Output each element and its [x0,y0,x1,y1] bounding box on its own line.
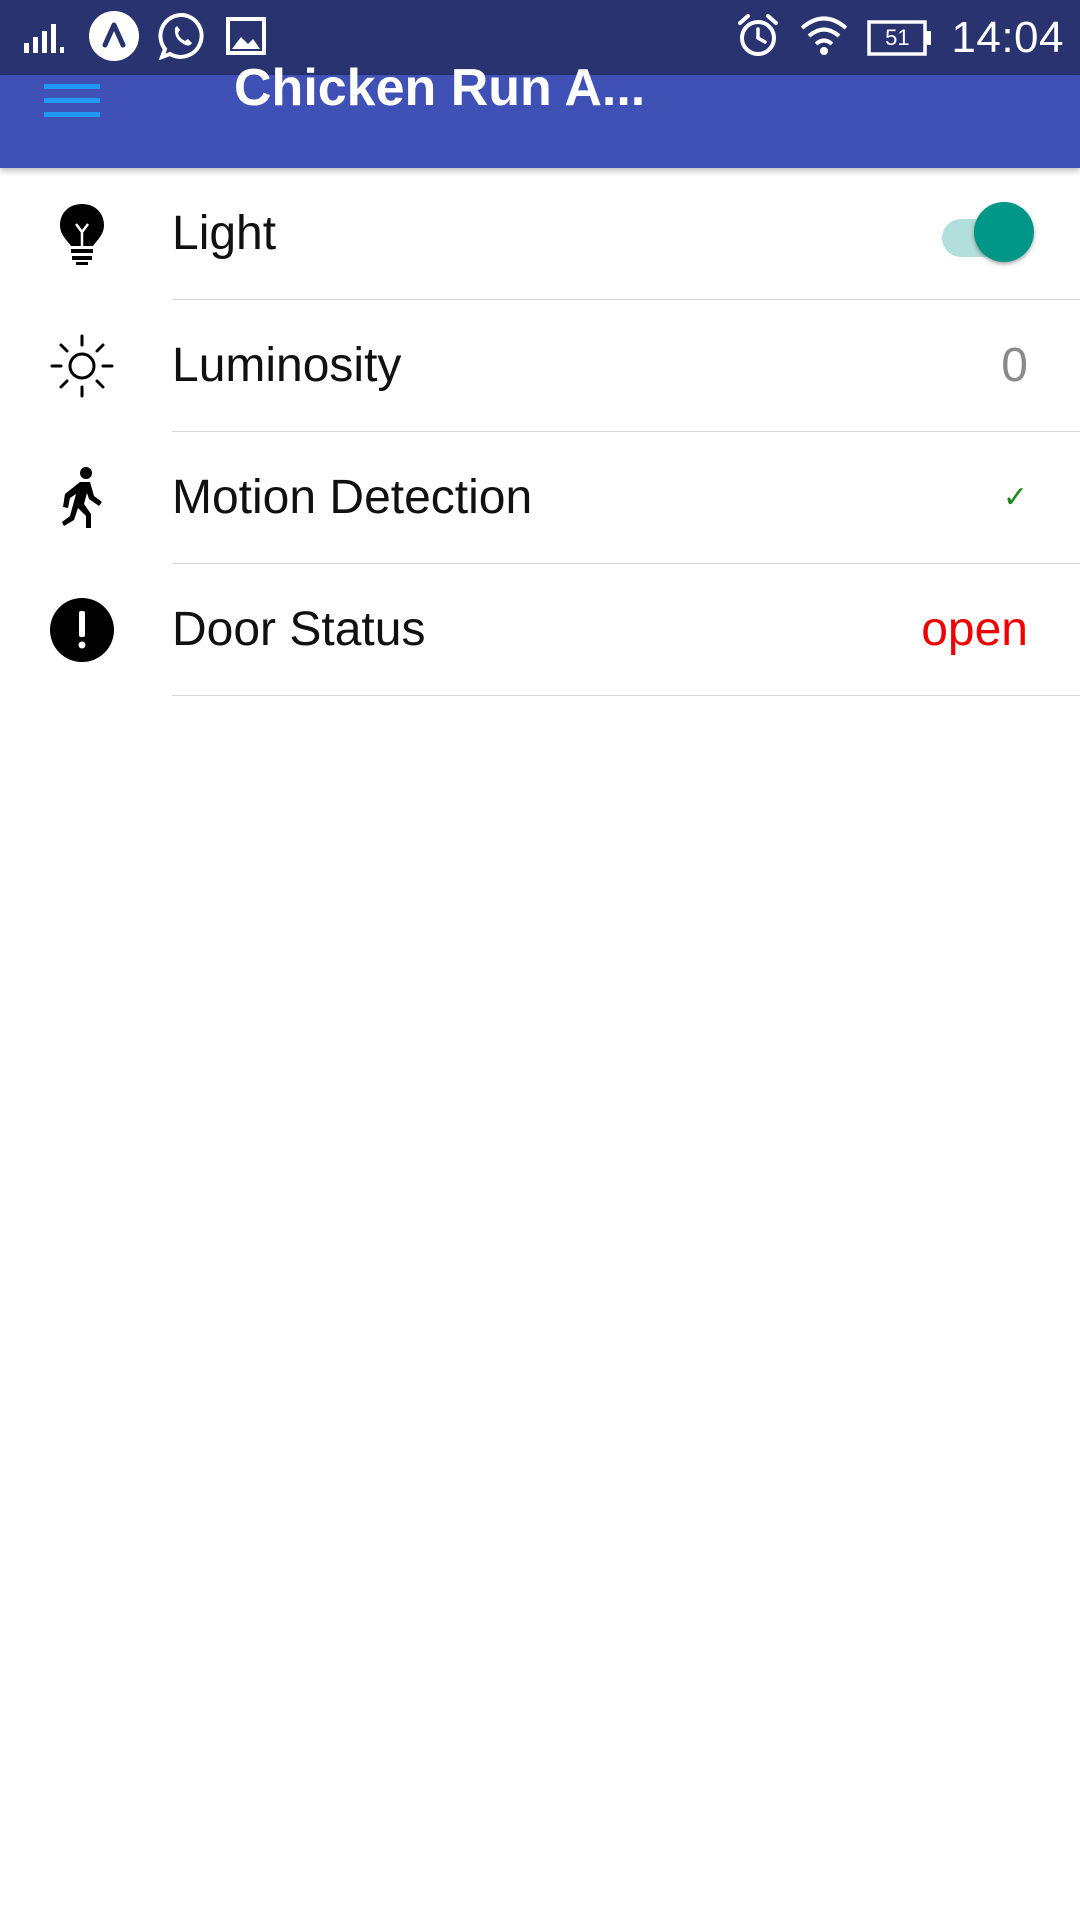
battery-level: 51 [885,25,910,50]
battery-icon: 51 [867,20,933,56]
status-bar-right: 51 14:04 [735,10,1064,66]
row-label-luminosity: Luminosity [172,339,402,392]
status-bar-left [24,10,266,66]
sensor-list: Light Luminosity 0 Motion Detection ✓ Do… [0,168,1080,696]
whatsapp-icon [158,11,208,66]
alert-circle-icon [40,598,124,662]
list-item-motion: Motion Detection ✓ [0,432,1080,564]
row-label-door-status: Door Status [172,603,426,656]
light-toggle[interactable] [938,202,1034,266]
hamburger-menu-icon[interactable] [40,75,104,127]
app-bar: Chicken Run A... [0,59,1080,168]
walking-person-icon [40,466,124,530]
signal-icon [24,19,70,58]
list-item-door-status: Door Status open [0,564,1080,696]
lightbulb-icon [40,202,124,266]
toggle-thumb [974,202,1034,262]
sun-icon [40,334,124,398]
app-title: Chicken Run A... [234,59,646,117]
divider [172,694,1080,696]
row-label-light: Light [172,207,277,260]
list-item-light: Light [0,168,1080,300]
luminosity-value: 0 [1001,339,1028,392]
row-label-motion: Motion Detection [172,471,533,524]
door-status-value: open [921,603,1028,656]
list-item-luminosity: Luminosity 0 [0,300,1080,432]
wifi-icon [799,15,849,62]
app-notification-icon [88,10,140,67]
motion-check-icon: ✓ [1002,481,1028,514]
alarm-icon [735,13,781,64]
status-time: 14:04 [951,13,1064,62]
